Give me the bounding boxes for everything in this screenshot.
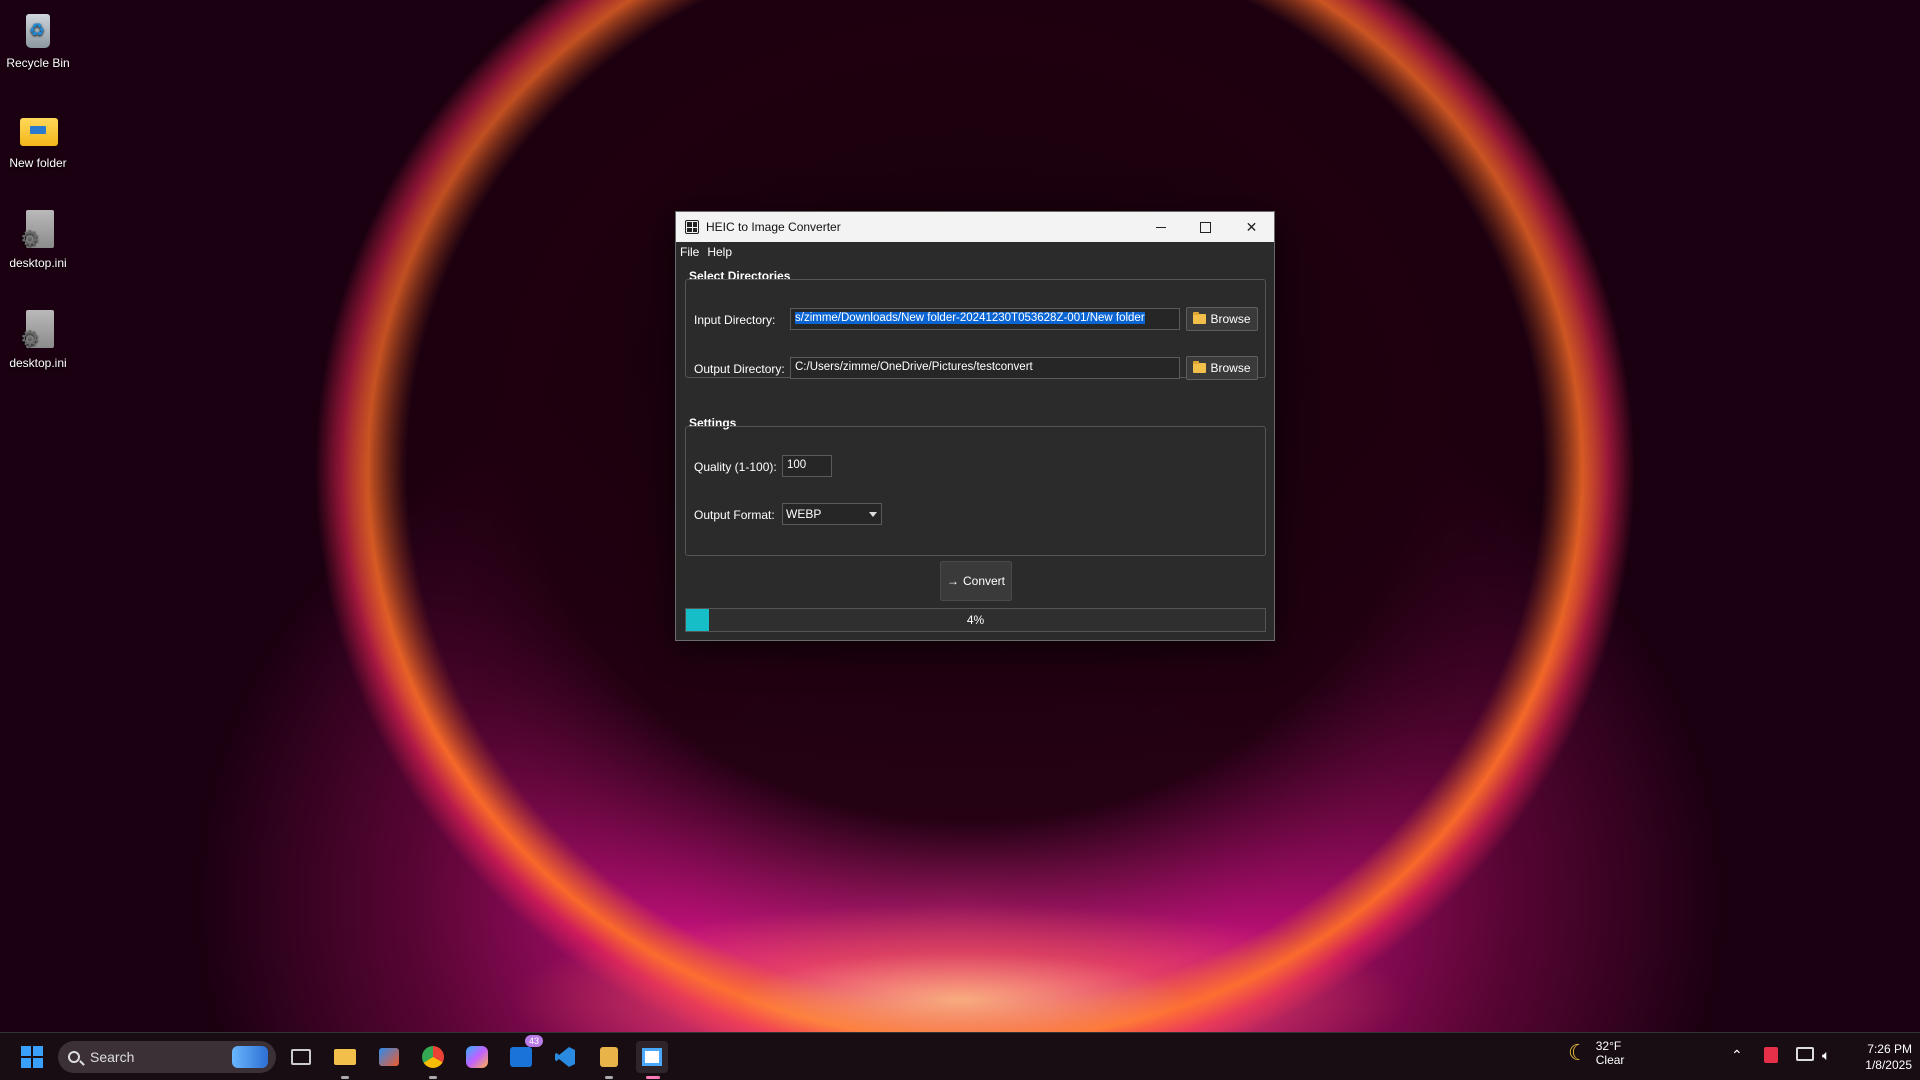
file-explorer-icon [334,1049,356,1065]
security-tray-icon[interactable] [1764,1047,1778,1063]
convert-button[interactable]: → Convert [940,561,1012,601]
notes-app-icon [600,1047,618,1067]
menu-file[interactable]: File [680,245,699,259]
notification-badge: 43 [524,1035,543,1047]
chevron-up-icon[interactable]: ⌃ [1731,1047,1743,1064]
output-directory-label: Output Directory: [694,362,785,376]
converter-window: HEIC to Image Converter ✕ File Help Sele… [675,211,1275,641]
task-view-button[interactable] [285,1041,317,1073]
chevron-down-icon [869,512,877,517]
file-explorer-button[interactable] [329,1041,361,1079]
desktop-icon-label: New folder [9,156,67,170]
search-highlight-icon [232,1046,268,1068]
desktop-icon-label: desktop.ini [9,356,67,370]
arrow-right-icon: → [946,574,959,588]
store-icon [379,1048,399,1066]
clock-date: 1/8/2025 [1865,1058,1912,1072]
window-titlebar[interactable]: HEIC to Image Converter ✕ [676,212,1274,242]
input-directory-label: Input Directory: [694,313,776,327]
window-title: HEIC to Image Converter [706,220,841,234]
task-view-icon [291,1049,311,1065]
output-format-select[interactable]: WEBP [782,503,882,525]
quality-input[interactable]: 100 [782,455,832,477]
volume-icon[interactable]: 🔈︎ [1822,1047,1830,1064]
input-browse-button[interactable]: Browse [1186,307,1258,331]
weather-widget[interactable]: ☾ 32°F Clear [1568,1039,1624,1067]
settings-file-icon [16,208,60,252]
desktop-icon-recycle-bin[interactable]: Recycle Bin [2,8,74,70]
maximize-button[interactable] [1183,212,1228,242]
taskbar: Search 43 ☾ 32°F Clear ⌃ 🔈︎ 7:26 PM 1/8/… [0,1032,1920,1080]
menu-bar: File Help [676,242,1274,262]
input-directory-field[interactable]: s/zimme/Downloads/New folder-20241230T05… [790,308,1180,330]
network-icon[interactable] [1796,1047,1814,1061]
close-button[interactable]: ✕ [1229,212,1274,242]
quality-label: Quality (1-100): [694,460,777,474]
app-grid-icon [685,220,699,234]
system-clock[interactable]: 7:26 PM 1/8/2025 [1848,1041,1912,1073]
weather-temp: 32°F [1595,1039,1622,1053]
progress-bar: 4% [685,608,1266,632]
moon-icon: ☾ [1568,1040,1588,1065]
vscode-icon [555,1047,575,1067]
folder-icon [1193,361,1207,373]
folder-icon [1193,312,1207,324]
clock-time: 7:26 PM [1867,1042,1912,1056]
menu-help[interactable]: Help [707,245,732,259]
desktop-icon-label: desktop.ini [9,256,67,270]
taskbar-search[interactable]: Search [58,1041,276,1073]
recycle-bin-icon [16,8,60,52]
minimize-button[interactable] [1138,212,1183,242]
windows-logo-icon [21,1046,43,1068]
outlook-button[interactable]: 43 [505,1035,543,1073]
output-browse-button[interactable]: Browse [1186,356,1258,380]
chrome-icon [422,1046,444,1068]
converter-taskbar-button[interactable] [636,1041,668,1079]
app-button[interactable] [593,1041,625,1079]
desktop-icon-label: Recycle Bin [6,56,70,70]
start-button[interactable] [16,1041,48,1073]
copilot-button[interactable] [461,1041,493,1073]
store-button[interactable] [373,1041,405,1073]
vscode-button[interactable] [549,1041,581,1073]
settings-group [685,426,1266,556]
output-format-label: Output Format: [694,508,775,522]
settings-file-icon [16,308,60,352]
weather-condition: Clear [1595,1053,1625,1067]
desktop-icon-desktop-ini-2[interactable]: desktop.ini [2,308,74,370]
folder-icon [16,108,60,152]
chrome-button[interactable] [417,1041,449,1079]
copilot-icon [466,1046,488,1068]
desktop-icon-desktop-ini[interactable]: desktop.ini [2,208,74,270]
search-icon [68,1051,80,1063]
progress-label: 4% [966,613,985,627]
mail-icon [510,1047,532,1067]
converter-app-icon [642,1048,662,1066]
output-directory-field[interactable]: C:/Users/zimme/OneDrive/Pictures/testcon… [790,357,1180,379]
desktop-icon-new-folder[interactable]: New folder [2,108,74,170]
